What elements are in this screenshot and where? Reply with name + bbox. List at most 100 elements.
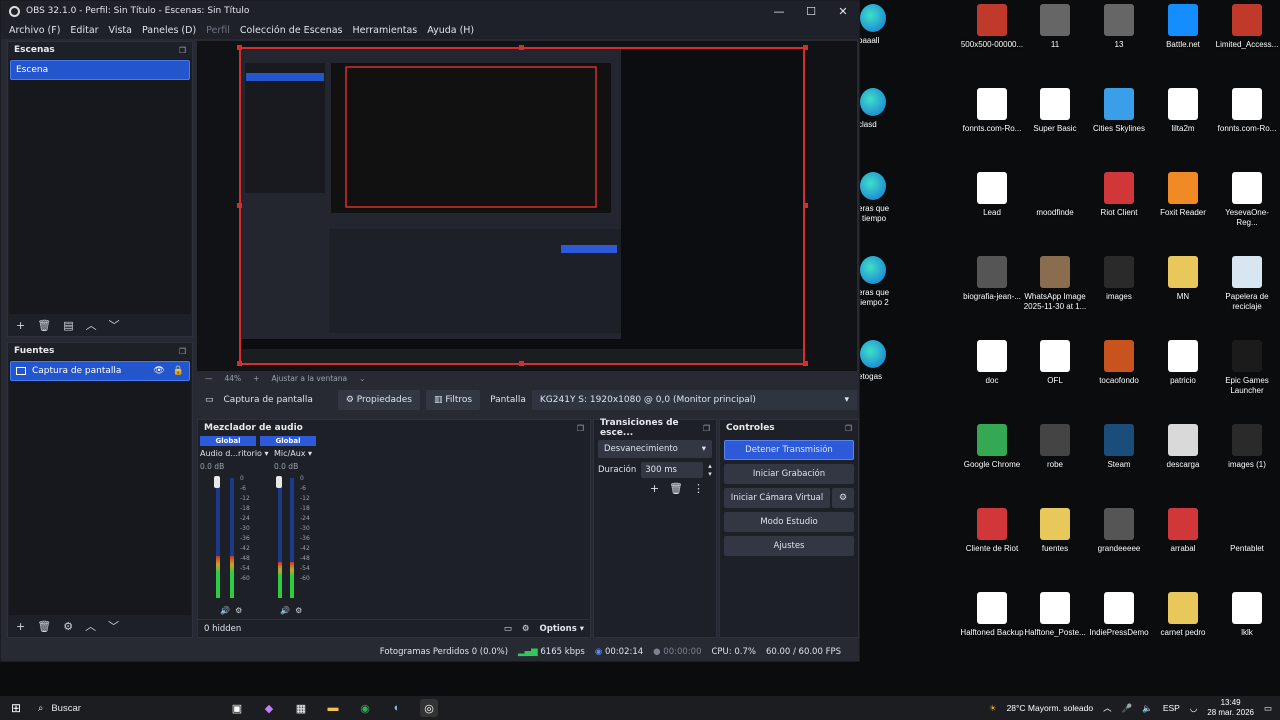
desktop-icon[interactable]: biografia-jean-... (960, 256, 1024, 302)
menu-ayuda[interactable]: Ayuda (H) (427, 25, 474, 36)
add-icon[interactable]: + (16, 319, 25, 332)
menu-herramientas[interactable]: Herramientas (353, 25, 418, 36)
desktop-icon[interactable]: patricio (1151, 340, 1215, 386)
copilot-icon[interactable]: ◆ (260, 699, 278, 717)
chrome-icon[interactable]: ◉ (356, 699, 374, 717)
desktop-icon[interactable]: Cities Skylines (1087, 88, 1151, 134)
desktop-icon[interactable]: tocaofondo (1087, 340, 1151, 386)
layout-icon[interactable]: ▭ (504, 624, 512, 634)
gear-icon[interactable]: ⚙ (832, 488, 854, 508)
desktop-icon[interactable]: Riot Client (1087, 172, 1151, 218)
menu-vista[interactable]: Vista (109, 25, 132, 36)
resize-handle[interactable] (803, 203, 808, 208)
chevron-down-icon[interactable]: ▾ (308, 449, 312, 458)
gear-icon[interactable]: ⚙ (235, 606, 242, 615)
desktop-icon[interactable]: Halftone_Poste... (1023, 592, 1087, 638)
menu-coleccion[interactable]: Colección de Escenas (240, 25, 343, 36)
zoom-in-icon[interactable]: + (253, 374, 259, 383)
desktop-icon[interactable]: Steam (1087, 424, 1151, 470)
float-icon[interactable]: ❐ (845, 424, 852, 433)
edge-icon[interactable]: etogas (858, 340, 918, 382)
obs-taskbar-icon[interactable]: ◎ (420, 699, 438, 717)
desktop-icon[interactable]: fuentes (1023, 508, 1087, 554)
menu-editar[interactable]: Editar (70, 25, 98, 36)
gear-icon[interactable]: ⚙ (295, 606, 302, 615)
desktop-icon[interactable]: IndiePressDemo (1087, 592, 1151, 638)
chevron-down-icon[interactable]: ⌄ (359, 374, 365, 383)
desktop-icon[interactable]: Papelera de reciclaje (1215, 256, 1279, 312)
stop-stream-button[interactable]: Detener Transmisión (724, 440, 854, 460)
preview-area[interactable] (197, 41, 857, 371)
edge-icon[interactable]: eras que l tiempo (858, 172, 918, 224)
desktop-icon[interactable]: MN (1151, 256, 1215, 302)
desktop-icon[interactable]: fonnts.com-Ro... (1215, 88, 1279, 134)
add-icon[interactable]: + (650, 482, 659, 495)
desktop-icon[interactable]: Super Basic (1023, 88, 1087, 134)
float-icon[interactable]: ❐ (179, 347, 186, 356)
start-recording-button[interactable]: Iniciar Grabación (724, 464, 854, 484)
gear-icon[interactable]: ⚙ (63, 620, 73, 633)
language-indicator[interactable]: ESP (1163, 703, 1180, 713)
scene-item[interactable]: Escena (10, 60, 190, 80)
virtual-camera-button[interactable]: Iniciar Cámara Virtual (724, 488, 830, 508)
steam-icon[interactable]: ◐ (388, 699, 406, 717)
trash-icon[interactable]: 🗑 (37, 319, 51, 332)
desktop-icon[interactable]: arrabal (1151, 508, 1215, 554)
menu-archivo[interactable]: Archivo (F) (9, 25, 60, 36)
filter-icon[interactable]: ▤ (63, 319, 73, 332)
settings-button[interactable]: Ajustes (724, 536, 854, 556)
clock[interactable]: 13:49 28 mar. 2026 (1207, 698, 1254, 718)
studio-mode-button[interactable]: Modo Estudio (724, 512, 854, 532)
settings-icon[interactable]: ⚙ (522, 624, 530, 634)
arrow-up-icon[interactable]: ︿ (86, 317, 97, 333)
wifi-icon[interactable]: ◡ (1190, 703, 1197, 714)
desktop-icon[interactable]: grandeeeee (1087, 508, 1151, 554)
folder-icon[interactable]: ▬ (324, 699, 342, 717)
desktop-icon[interactable]: lilta2m (1151, 88, 1215, 134)
global-tab[interactable]: Global (200, 436, 256, 446)
global-tab[interactable]: Global (260, 436, 316, 446)
menu-paneles[interactable]: Paneles (D) (142, 25, 196, 36)
mic-icon[interactable]: 🎤 (1122, 703, 1133, 714)
float-icon[interactable]: ❐ (179, 46, 186, 55)
trash-icon[interactable]: 🗑 (37, 620, 51, 633)
duration-input[interactable]: 300 ms (641, 462, 704, 478)
resize-handle[interactable] (803, 45, 808, 50)
volume-icon[interactable]: 🔈 (1142, 703, 1153, 714)
resize-handle[interactable] (519, 45, 524, 50)
desktop-icon[interactable]: Cliente de Riot (960, 508, 1024, 554)
start-button[interactable]: ⊞ (0, 701, 32, 715)
resize-handle[interactable] (237, 203, 242, 208)
resize-handle[interactable] (237, 45, 242, 50)
desktop-icon[interactable]: WhatsApp Image 2025-11-30 at 1... (1023, 256, 1087, 312)
arrow-down-icon[interactable]: ﹀ (108, 618, 119, 634)
add-icon[interactable]: + (16, 620, 25, 633)
close-button[interactable]: ✕ (827, 5, 859, 18)
stepper-icon[interactable]: ▴ ▾ (708, 462, 712, 478)
screen-select[interactable]: KG241Y S: 1920x1080 @ 0,0 (Monitor princ… (531, 390, 857, 410)
desktop-icon[interactable]: images (1) (1215, 424, 1279, 470)
transition-select[interactable]: Desvanecimiento ▾ (598, 440, 712, 458)
menu-perfil[interactable]: Perfil (206, 25, 230, 36)
filters-button[interactable]: ▥ Filtros (425, 390, 481, 410)
desktop-icon[interactable]: 500x500-00000... (960, 4, 1024, 50)
chevron-up-icon[interactable]: ︿ (1103, 702, 1112, 714)
source-item[interactable]: Captura de pantalla 👁 🔒 (10, 361, 190, 381)
more-icon[interactable]: ⋮ (693, 482, 704, 495)
speaker-icon[interactable]: 🔊 (220, 606, 230, 615)
trash-icon[interactable]: 🗑 (669, 482, 683, 495)
float-icon[interactable]: ❐ (703, 424, 710, 433)
eye-icon[interactable]: 👁 (153, 366, 164, 376)
desktop-icon[interactable]: OFL (1023, 340, 1087, 386)
minimize-button[interactable]: — (763, 5, 795, 18)
maximize-button[interactable]: ☐ (795, 5, 827, 18)
weather-text[interactable]: 28°C Mayorm. soleado (1007, 703, 1094, 713)
zoom-out-icon[interactable]: — (205, 374, 213, 383)
lock-icon[interactable]: 🔒 (173, 366, 184, 376)
desktop-icon[interactable]: doc (960, 340, 1024, 386)
float-icon[interactable]: ❐ (577, 424, 584, 433)
arrow-down-icon[interactable]: ﹀ (109, 317, 120, 333)
desktop-icon[interactable]: Battle.net (1151, 4, 1215, 50)
arrow-up-icon[interactable]: ︿ (85, 618, 96, 634)
desktop-icon[interactable]: YesevaOne-Reg... (1215, 172, 1279, 228)
